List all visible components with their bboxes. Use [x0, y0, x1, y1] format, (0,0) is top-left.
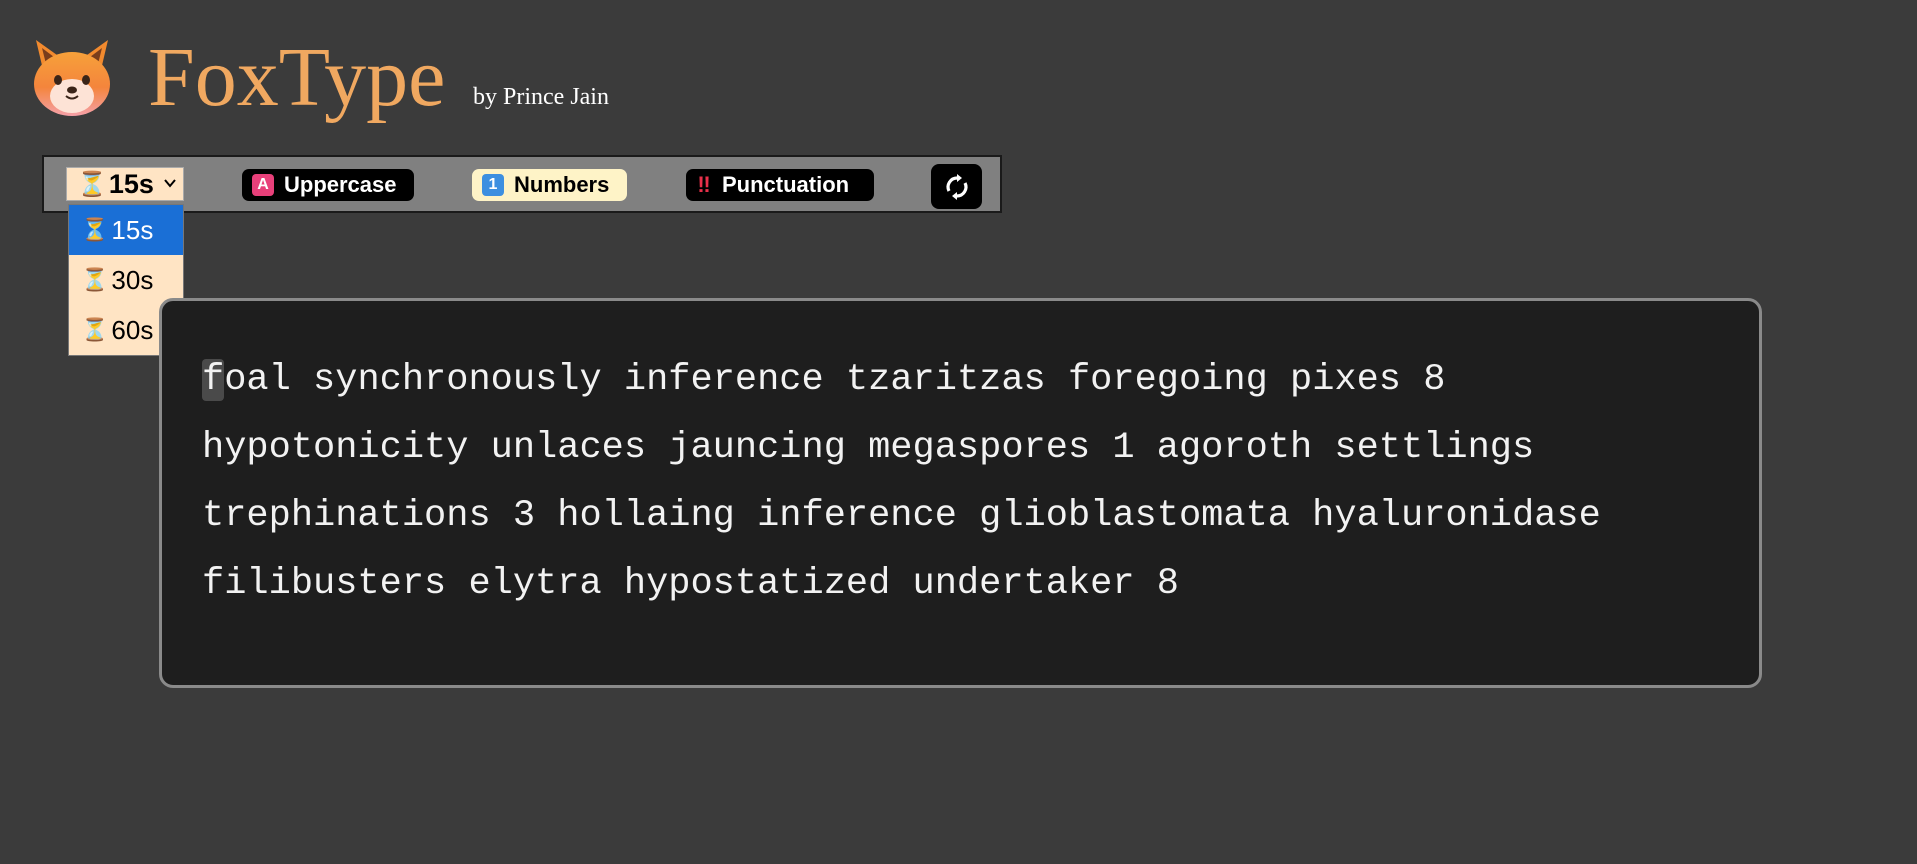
numbers-label: Numbers: [514, 172, 610, 197]
time-option-label: 30s: [111, 264, 154, 295]
app-author: by Prince Jain: [473, 84, 609, 110]
letter-a-icon: A: [252, 174, 274, 196]
current-character: f: [202, 359, 225, 401]
reset-button[interactable]: [931, 164, 982, 209]
time-option-30s[interactable]: ⏳ 30s: [69, 255, 183, 305]
time-option-label: 60s: [111, 314, 154, 345]
numbers-toggle[interactable]: 1 Numbers: [472, 169, 627, 201]
word-line: filibusters elytra hypostatized undertak…: [202, 563, 1179, 605]
time-select-value: 15s: [108, 168, 154, 199]
time-option-15s[interactable]: ⏳ 15s: [69, 205, 183, 255]
word-line: trephinations 3 hollaing inference gliob…: [202, 495, 1601, 537]
time-option-label: 15s: [111, 214, 154, 245]
double-exclamation-icon: ‼: [697, 172, 711, 197]
reset-arrows-icon: [945, 173, 968, 200]
uppercase-toggle[interactable]: A Uppercase: [242, 169, 414, 201]
hourglass-icon: ⏳: [81, 217, 109, 242]
word-line: hypotonicity unlaces jauncing megaspores…: [202, 427, 1535, 469]
test-words: foal synchronously inference tzaritzas f…: [202, 346, 1722, 618]
hourglass-icon: ⏳: [77, 170, 107, 198]
hourglass-icon: ⏳: [81, 267, 109, 292]
word-line-text: oal synchronously inference tzaritzas fo…: [224, 359, 1446, 401]
app-title: FoxType: [148, 31, 446, 124]
punctuation-toggle[interactable]: ‼ Punctuation: [686, 169, 874, 201]
keycap-1-icon: 1: [482, 174, 504, 196]
uppercase-label: Uppercase: [284, 172, 397, 197]
header: FoxType by Prince Jain: [0, 0, 1917, 140]
word-line: foal synchronously inference tzaritzas f…: [202, 346, 1722, 414]
fox-face-icon: [30, 34, 114, 118]
punctuation-label: Punctuation: [722, 172, 850, 197]
hourglass-icon: ⏳: [81, 317, 109, 342]
chevron-down-icon: [164, 179, 176, 188]
time-select[interactable]: ⏳ 15s: [66, 167, 184, 201]
